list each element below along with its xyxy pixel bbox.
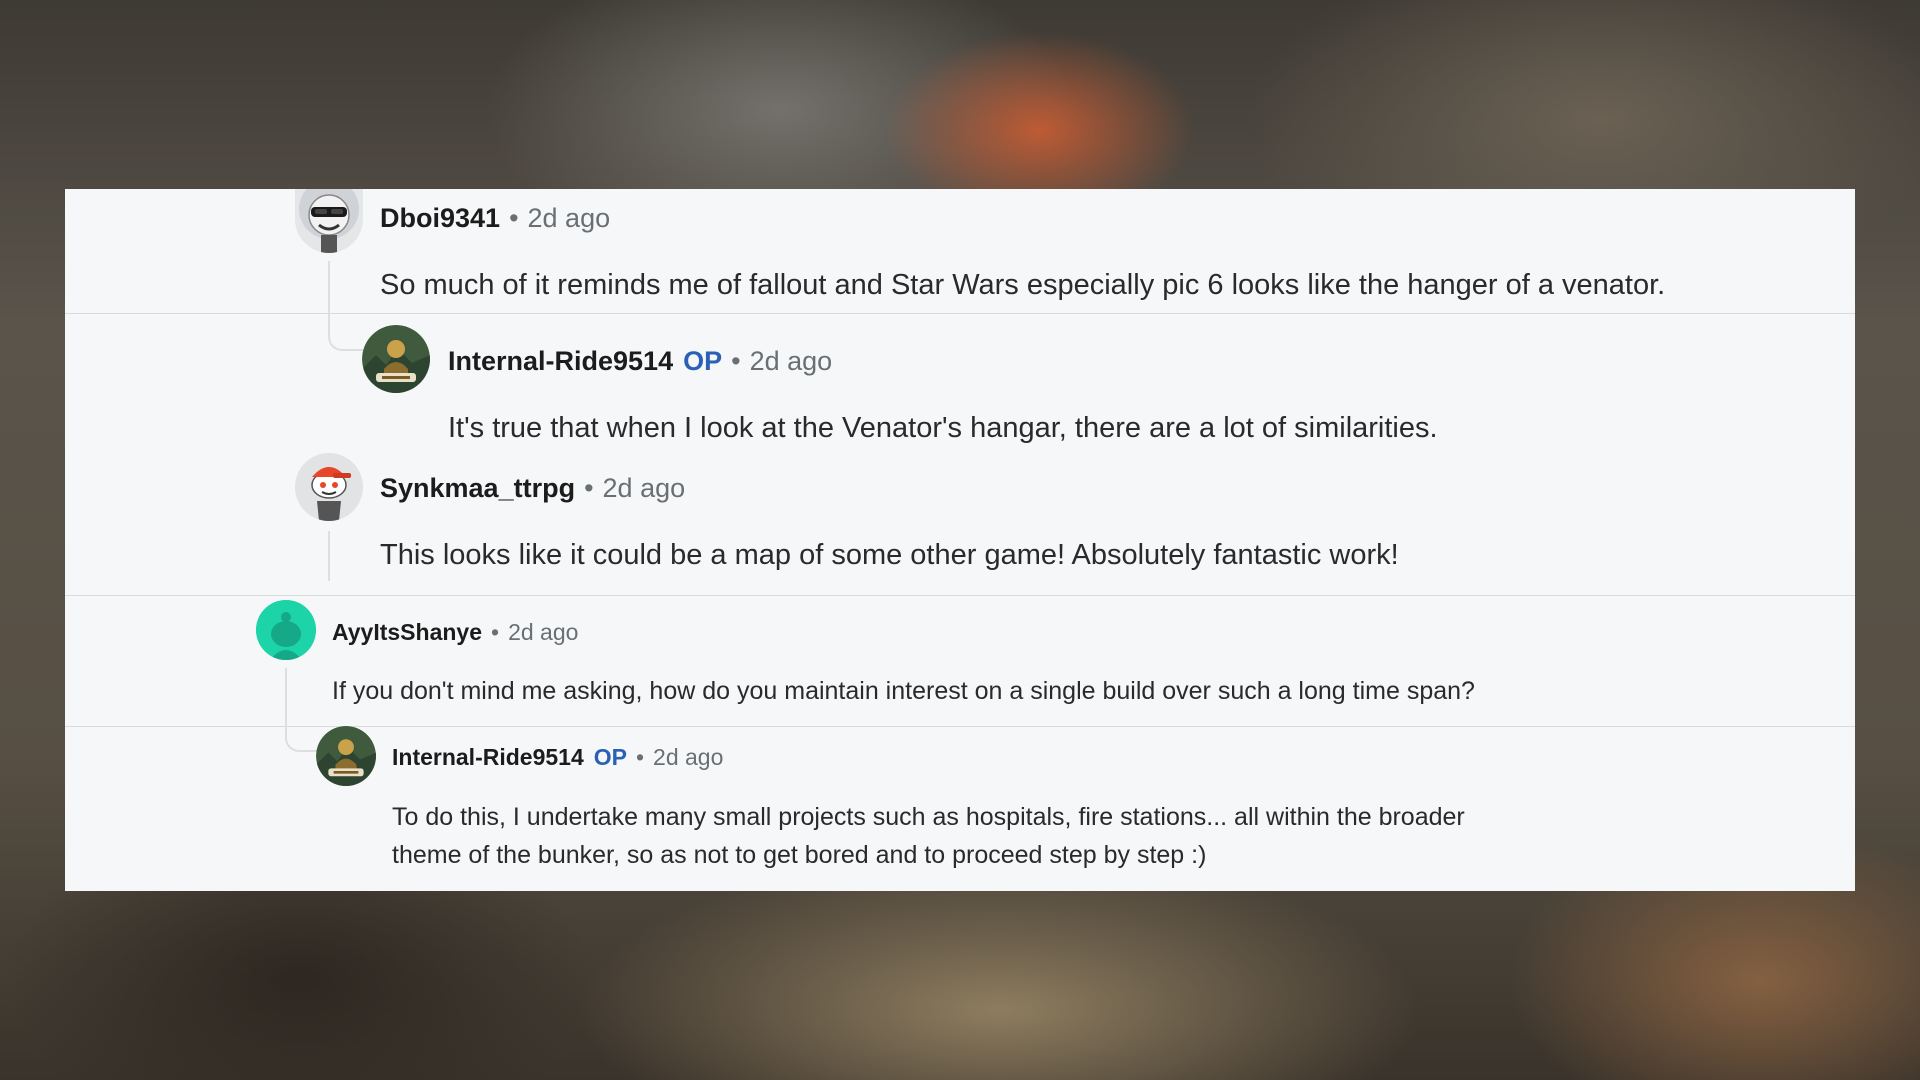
snoo-silhouette-icon [256, 600, 316, 660]
comment-body: If you don't mind me asking, how do you … [332, 677, 1475, 705]
separator-dot: • [509, 203, 519, 233]
robot-sunglasses-avatar[interactable] [295, 189, 363, 253]
dicaprio-character-avatar[interactable] [362, 325, 430, 393]
username[interactable]: Synkmaa_ttrpg [380, 473, 575, 504]
comment-meta: Internal-Ride9514 OP • 2d ago [448, 346, 832, 377]
default-teal-snoo-avatar[interactable] [256, 600, 316, 660]
username[interactable]: AyyItsShanye [332, 619, 482, 646]
username[interactable]: Internal-Ride9514 [448, 346, 673, 377]
username[interactable]: Dboi9341 [380, 203, 500, 234]
divider [65, 595, 1855, 596]
timestamp[interactable]: 2d ago [528, 203, 611, 234]
comment-body-line: To do this, I undertake many small proje… [392, 803, 1465, 831]
comment-body: This looks like it could be a map of som… [380, 539, 1399, 571]
thread-line [328, 531, 330, 581]
separator-dot: • [584, 473, 594, 503]
comment-body: To do this, I undertake many small proje… [392, 798, 1465, 874]
thread-line [285, 668, 317, 752]
comment-body-line: theme of the bunker, so as not to get bo… [392, 841, 1207, 869]
robot-sunglasses-icon [299, 189, 359, 253]
snoo-red-cap-icon [295, 453, 363, 521]
op-badge: OP [593, 744, 627, 770]
username[interactable]: Internal-Ride9514 [392, 744, 584, 771]
comment-meta: AyyItsShanye • 2d ago [332, 619, 578, 646]
comment-body: So much of it reminds me of fallout and … [380, 269, 1666, 301]
comment-body: It's true that when I look at the Venato… [448, 412, 1438, 444]
op-badge: OP [683, 346, 723, 376]
dicaprio-character-avatar[interactable] [316, 726, 376, 786]
timestamp[interactable]: 2d ago [653, 744, 723, 771]
comment-thread-card: Dboi9341 • 2d ago So much of it reminds … [65, 189, 1855, 891]
character-portrait-icon [316, 726, 376, 786]
thread-line [328, 261, 364, 351]
divider [65, 726, 1855, 727]
character-portrait-icon [362, 325, 430, 393]
comment-meta: Internal-Ride9514 OP • 2d ago [392, 744, 723, 771]
separator-dot: • [491, 619, 500, 645]
separator-dot: • [731, 346, 741, 376]
timestamp[interactable]: 2d ago [750, 346, 833, 377]
comment-meta: Dboi9341 • 2d ago [380, 203, 610, 234]
timestamp[interactable]: 2d ago [508, 619, 578, 646]
separator-dot: • [635, 744, 645, 770]
comment-meta: Synkmaa_ttrpg • 2d ago [380, 473, 685, 504]
timestamp[interactable]: 2d ago [603, 473, 686, 504]
snoo-red-cap-avatar[interactable] [295, 453, 363, 521]
